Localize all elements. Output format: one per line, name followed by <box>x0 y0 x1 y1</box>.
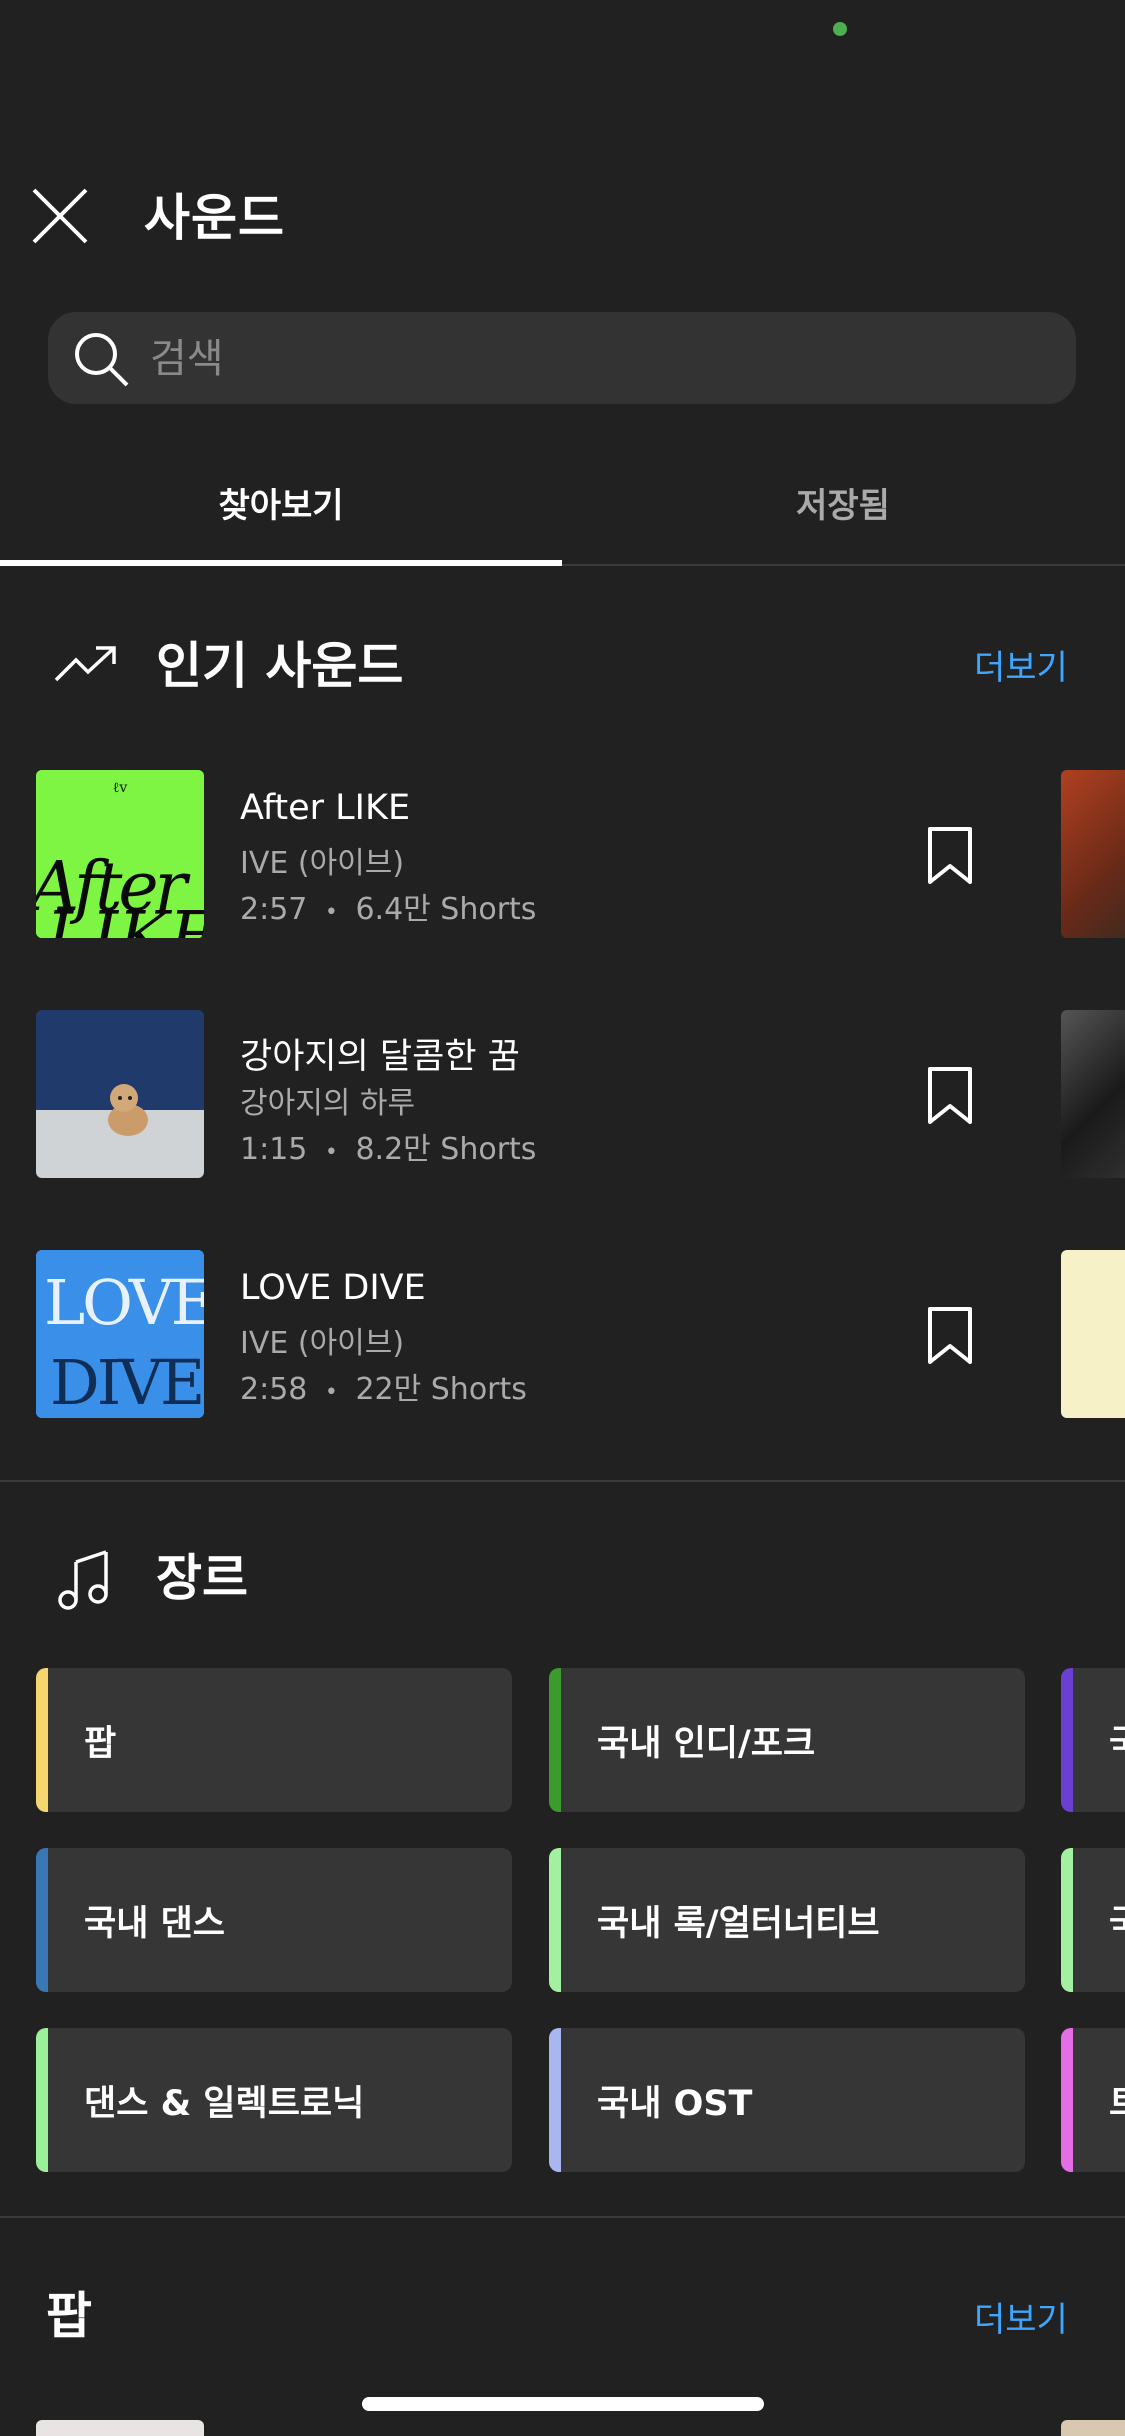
genre-label: 국내 댄스 <box>84 1903 225 1944</box>
tab-browse[interactable]: 찾아보기 <box>0 440 562 564</box>
song-meta: 1:15 • 8.2만 Shorts <box>240 1124 536 1168</box>
song-artist: IVE (아이브) <box>240 846 405 881</box>
genre-label: 국내 록/얼터너티브 <box>597 1903 880 1944</box>
svg-text:LOVE: LOVE <box>44 1266 204 1339</box>
song-title[interactable]: LOVE DIVE <box>240 1268 426 1308</box>
song-duration: 1:15 <box>240 1132 308 1167</box>
trending-title: 인기 사운드 <box>156 637 404 695</box>
music-note-icon <box>58 1550 108 1610</box>
trending-more-link[interactable]: 더보기 <box>974 640 1068 689</box>
svg-text:DIVE: DIVE <box>50 1346 202 1418</box>
love-dive-artwork: LOVE DIVE <box>36 1250 204 1418</box>
genre-color-bar <box>549 2028 561 2172</box>
genre-label: 트 <box>1109 2028 1125 2172</box>
album-art[interactable]: ℓv After LIKE <box>36 770 204 938</box>
meta-separator: • <box>324 1140 338 1165</box>
genre-card[interactable]: 국 <box>1061 1668 1125 1812</box>
after-like-artwork: ℓv After LIKE <box>36 770 204 938</box>
close-button[interactable] <box>30 186 90 246</box>
song-artist: 강아지의 하루 <box>240 1086 416 1121</box>
save-button[interactable] <box>924 1066 976 1126</box>
song-usage: 8.2만 Shorts <box>355 1132 537 1167</box>
genre-color-bar <box>36 1848 48 1992</box>
bookmark-icon <box>928 1307 972 1364</box>
genre-title: 장르 <box>156 1549 248 1607</box>
search-icon <box>75 333 129 387</box>
tab-saved[interactable]: 저장됨 <box>562 440 1124 564</box>
song-usage: 22만 Shorts <box>355 1372 527 1407</box>
song-duration: 2:57 <box>240 892 308 927</box>
search-input[interactable] <box>148 312 1032 406</box>
genre-color-bar <box>36 2028 48 2172</box>
status-indicator-dot <box>833 22 847 36</box>
meta-separator: • <box>324 900 338 925</box>
svg-text:LIKE: LIKE <box>44 898 204 938</box>
section-divider <box>0 2216 1125 2218</box>
genre-color-bar <box>549 1848 561 1992</box>
bookmark-icon <box>928 1067 972 1124</box>
genre-card[interactable]: 국내 록/얼터너티브 <box>549 1848 1025 1992</box>
genre-label: 국내 OST <box>597 2083 753 2124</box>
genre-card[interactable]: 국내 댄스 <box>36 1848 512 1992</box>
puppy-artwork <box>36 1010 204 1178</box>
genre-card[interactable]: 트 <box>1061 2028 1125 2172</box>
album-art-peek[interactable] <box>1061 770 1125 938</box>
pop-title: 팝 <box>46 2287 92 2345</box>
meta-separator: • <box>324 1380 338 1405</box>
home-indicator <box>362 2397 764 2411</box>
song-usage: 6.4만 Shorts <box>355 892 537 927</box>
section-divider <box>0 1480 1125 1482</box>
tab-active-indicator <box>0 560 562 566</box>
genre-card[interactable]: 팝 <box>36 1668 512 1812</box>
genre-color-bar <box>36 1668 48 1812</box>
page-title: 사운드 <box>144 189 285 247</box>
genre-card[interactable]: 댄스 & 일렉트로닉 <box>36 2028 512 2172</box>
save-button[interactable] <box>924 1306 976 1366</box>
genre-color-bar <box>549 1668 561 1812</box>
album-art-peek[interactable] <box>1061 1010 1125 1178</box>
trending-icon <box>54 646 116 682</box>
genre-card[interactable]: 국내 OST <box>549 2028 1025 2172</box>
album-art-peek[interactable] <box>1061 1250 1125 1418</box>
bookmark-icon <box>928 827 972 884</box>
genre-card[interactable]: 국내 인디/포크 <box>549 1668 1025 1812</box>
song-meta: 2:57 • 6.4만 Shorts <box>240 884 536 928</box>
song-title[interactable]: After LIKE <box>240 788 410 828</box>
pop-more-link[interactable]: 더보기 <box>974 2292 1068 2341</box>
song-artist: IVE (아이브) <box>240 1326 405 1361</box>
genre-label: 국내 인디/포크 <box>597 1723 816 1764</box>
genre-color-bar <box>1061 1668 1073 1812</box>
genre-color-bar <box>1061 1848 1073 1992</box>
save-button[interactable] <box>924 826 976 886</box>
close-icon <box>32 188 88 244</box>
song-meta: 2:58 • 22만 Shorts <box>240 1364 527 1408</box>
svg-text:ℓv: ℓv <box>113 780 128 796</box>
album-art-peek[interactable] <box>1061 2420 1125 2436</box>
search-bar[interactable] <box>48 312 1076 406</box>
genre-color-bar <box>1061 2028 1073 2172</box>
album-art[interactable] <box>36 2420 204 2436</box>
genre-label: 댄스 & 일렉트로닉 <box>84 2083 365 2124</box>
genre-card[interactable]: 국 <box>1061 1848 1125 1992</box>
genre-label: 팝 <box>84 1723 117 1764</box>
genre-label: 국 <box>1109 1848 1125 1992</box>
song-title[interactable]: 강아지의 달콤한 꿈 <box>240 1028 520 1079</box>
album-art[interactable]: LOVE DIVE <box>36 1250 204 1418</box>
song-duration: 2:58 <box>240 1372 308 1407</box>
genre-label: 국 <box>1109 1668 1125 1812</box>
album-art[interactable] <box>36 1010 204 1178</box>
